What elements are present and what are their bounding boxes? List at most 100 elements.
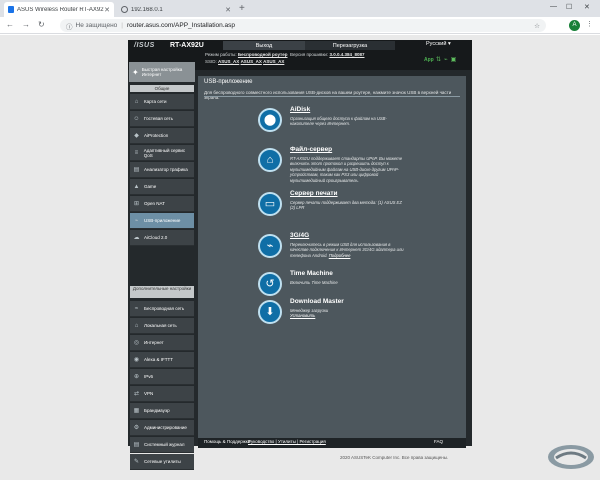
usb-app-link[interactable]: Установить xyxy=(290,313,315,318)
profile-avatar[interactable]: A xyxy=(569,20,580,31)
vpn-icon: ⇄ xyxy=(133,390,140,397)
sidebar-item[interactable]: ☁ AiCloud 2.0 xyxy=(130,230,194,246)
description-text: Сервер печати поддерживает два метода: (… xyxy=(290,200,402,211)
sidebar-item[interactable]: ⌂ Локальная сеть xyxy=(130,318,194,334)
aidisk-icon[interactable]: ⬤ xyxy=(258,108,282,132)
sidebar-item[interactable]: ✎ Сетевые утилиты xyxy=(130,454,194,470)
maximize-icon[interactable]: ☐ xyxy=(566,3,572,11)
wireless-icon: ≈ xyxy=(134,305,139,312)
download-master-icon[interactable]: ⬇ xyxy=(258,300,282,324)
asus-logo: /ISUS xyxy=(134,42,155,49)
status-line-ssid: SSID: ASUS_AX ASUS_AX ASUS_AX xyxy=(205,59,284,64)
mode-value[interactable]: Беспроводной роутер xyxy=(238,52,288,57)
sidebar-item[interactable]: ◎ Интернет xyxy=(130,335,194,351)
internet-status-icon[interactable]: ⇅ xyxy=(436,56,441,63)
usb-app-description: RT-AX92U поддерживает стандарты UPnP. Вы… xyxy=(290,156,408,183)
sidebar-item-label: AiCloud 2.0 xyxy=(144,235,168,240)
ipv6-icon: ⊕ xyxy=(133,373,140,380)
page-subtitle: Для беспроводного совместного использова… xyxy=(204,90,452,100)
language-select[interactable]: Русский ▾ xyxy=(426,41,451,47)
browser-tab-router[interactable]: ASUS Wireless Router RT-AX92U - ... ✕ xyxy=(4,2,114,17)
close-tab-icon[interactable]: ✕ xyxy=(104,6,110,14)
usb-app-name[interactable]: Файл-сервер xyxy=(290,146,332,153)
usb-app-name[interactable]: Download Master xyxy=(290,298,344,305)
sidebar-item[interactable]: ▤ Системный журнал xyxy=(130,437,194,453)
usb-app-name[interactable]: Сервер печати xyxy=(290,190,338,197)
traffic-icon: ▤ xyxy=(133,166,140,173)
quick-setup-button[interactable]: ✦ Быстрая настройка Интернет xyxy=(129,62,195,82)
copyright: 2020 ASUSTeK Computer Inc. Все права защ… xyxy=(340,455,449,460)
footer-links[interactable]: Руководство | Утилиты | Регистрация xyxy=(248,439,326,444)
sidebar-item[interactable]: ⚙ Администрирование xyxy=(130,420,194,436)
lan-icon: ⌂ xyxy=(134,322,139,329)
usb-app-description: Сервер печати поддерживает два метода: (… xyxy=(290,200,408,211)
app-link[interactable]: App xyxy=(424,57,434,63)
sidebar-item[interactable]: ⌂ Карта сети xyxy=(130,94,194,110)
help-support-link[interactable]: Помощь & Поддержка xyxy=(204,439,250,444)
usb-app-description: Переключитесь в режим USB для использова… xyxy=(290,242,408,258)
usb-icon: ⌁ xyxy=(134,217,139,224)
sidebar-item[interactable]: ⊞ Open NAT xyxy=(130,196,194,212)
status-line-mode: Режим работы: Беспроводной роутер Версия… xyxy=(205,52,365,57)
usb-app-name[interactable]: AiDisk xyxy=(290,106,310,113)
top-tabs: Выход Перезагрузка xyxy=(223,41,395,50)
sidebar-item[interactable]: ▦ Брандмауэр xyxy=(130,403,194,419)
reload-icon[interactable]: ↻ xyxy=(38,20,45,29)
modem-icon[interactable]: ⌁ xyxy=(258,234,282,258)
sidebar-item[interactable]: ≡ Адаптивный сервис QoS xyxy=(130,145,194,161)
usb-app-name[interactable]: Time Machine xyxy=(290,270,333,277)
firewall-icon: ▦ xyxy=(133,407,140,414)
usb-app-link[interactable]: Подробнее xyxy=(329,253,351,258)
description-text: Организация общего доступа к файлам на U… xyxy=(290,116,387,127)
network-map-icon: ⌂ xyxy=(134,98,139,105)
tools-icon: ✎ xyxy=(133,458,140,465)
advanced-header: Дополнительные настройки xyxy=(130,286,194,298)
sidebar-item[interactable]: ▤ Анализатор трафика xyxy=(130,162,194,178)
tab-title: ASUS Wireless Router RT-AX92U - ... xyxy=(17,6,104,13)
sidebar-item[interactable]: ⊕ IPv6 xyxy=(130,369,194,385)
sidebar-item[interactable]: ◉ Alexa & IFTTT xyxy=(130,352,194,368)
sidebar-item[interactable]: ▲ Game xyxy=(130,179,194,195)
game-icon: ▲ xyxy=(133,183,140,190)
sidebar-item[interactable]: ☺ Гостевая сеть xyxy=(130,111,194,127)
firmware-value[interactable]: 3.0.0.4.384_8087 xyxy=(329,52,364,57)
file-server-icon[interactable]: ⌂ xyxy=(258,148,282,172)
browser-menu-icon[interactable]: ⋮ xyxy=(586,20,593,28)
sidebar-item-label: Анализатор трафика xyxy=(144,167,188,172)
quick-setup-label: Быстрая настройка Интернет xyxy=(141,67,183,77)
sidebar-item-label: AiProtection xyxy=(144,133,169,138)
main-content: USB-приложение Для беспроводного совмест… xyxy=(198,76,466,438)
sidebar-item-label: Карта сети xyxy=(144,99,167,104)
bookmark-star-icon[interactable]: ☆ xyxy=(534,22,540,30)
logout-button[interactable]: Выход xyxy=(223,41,305,50)
ssid-value: ASUS_AX xyxy=(263,59,285,64)
browser-tab-ip[interactable]: 192.168.0.1 ✕ xyxy=(117,2,235,17)
minimize-icon[interactable]: — xyxy=(550,3,557,10)
usb-app-name[interactable]: 3G/4G xyxy=(290,232,309,239)
sidebar-item[interactable]: ⌁ USB-приложение xyxy=(130,213,194,229)
new-tab-button[interactable]: + xyxy=(239,3,245,15)
sidebar-item[interactable]: ≈ Беспроводная сеть xyxy=(130,301,194,317)
printer-icon[interactable]: ▭ xyxy=(258,192,282,216)
address-bar[interactable]: ⓘ Не защищено | router.asus.com/APP_Inst… xyxy=(60,19,546,32)
mode-label: Режим работы: xyxy=(205,52,237,57)
sidebar-item-label: Администрирование xyxy=(144,425,187,430)
back-icon[interactable]: ← xyxy=(6,20,14,29)
close-tab-icon[interactable]: ✕ xyxy=(225,6,231,14)
shield-icon: ◆ xyxy=(134,132,139,139)
sidebar-item-label: Game xyxy=(144,184,157,189)
sidebar-item-label: IPv6 xyxy=(144,374,154,379)
info-icon[interactable]: ⓘ xyxy=(66,21,73,31)
sidebar-item[interactable]: ◆ AiProtection xyxy=(130,128,194,144)
usb-status-icon[interactable]: ⌁ xyxy=(444,56,448,63)
time-machine-icon[interactable]: ↺ xyxy=(258,272,282,296)
reboot-button[interactable]: Перезагрузка xyxy=(305,41,395,50)
forward-icon[interactable]: → xyxy=(22,20,30,29)
device-status-icon[interactable]: ▣ xyxy=(451,56,457,63)
sidebar-item[interactable]: ⇄ VPN xyxy=(130,386,194,402)
usb-app-description: Включить Time Machine xyxy=(290,280,408,285)
sidebar-item-label: Системный журнал xyxy=(144,442,185,447)
close-window-icon[interactable]: ✕ xyxy=(584,3,590,11)
admin-icon: ⚙ xyxy=(133,424,140,431)
tab-title: 192.168.0.1 xyxy=(131,6,163,13)
